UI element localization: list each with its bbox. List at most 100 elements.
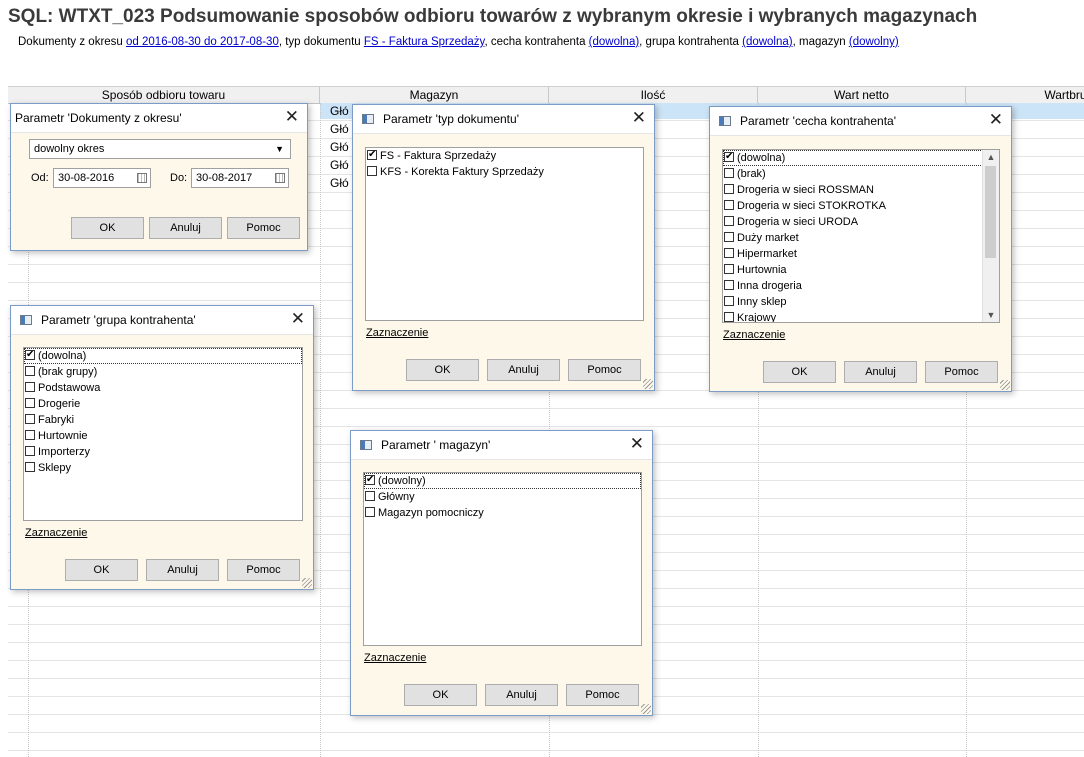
list-item[interactable]: Magazyn pomocniczy xyxy=(364,505,641,521)
checkbox[interactable] xyxy=(25,430,35,440)
checkbox[interactable] xyxy=(25,446,35,456)
list-item[interactable]: Importerzy xyxy=(24,444,302,460)
col-header-net-value[interactable]: Wart netto xyxy=(758,87,966,103)
cancel-button[interactable]: Anuluj xyxy=(485,684,558,706)
doc-type-list[interactable]: FS - Faktura Sprzedaży KFS - Korekta Fak… xyxy=(365,147,644,321)
list-item[interactable]: Sklepy xyxy=(24,460,302,476)
scroll-down-icon[interactable]: ▼ xyxy=(983,308,999,322)
calendar-icon[interactable] xyxy=(137,173,147,183)
help-button[interactable]: Pomoc xyxy=(227,559,300,581)
checkbox[interactable] xyxy=(365,507,375,517)
contractor-group-list[interactable]: (dowolna) (brak grupy) Podstawowa Droger… xyxy=(23,347,303,521)
checkbox[interactable] xyxy=(365,473,375,488)
col-header-quantity[interactable]: Ilość xyxy=(549,87,758,103)
ok-button[interactable]: OK xyxy=(65,559,138,581)
scroll-up-icon[interactable]: ▲ xyxy=(983,150,999,164)
checkbox[interactable] xyxy=(724,312,734,322)
checkbox[interactable] xyxy=(25,398,35,408)
checkbox[interactable] xyxy=(724,248,734,258)
ok-button[interactable]: OK xyxy=(71,217,144,239)
checkbox[interactable] xyxy=(25,414,35,424)
checkbox[interactable] xyxy=(724,168,734,178)
resize-grip[interactable] xyxy=(643,379,653,389)
list-scrollbar[interactable]: ▲ ▼ xyxy=(982,150,999,322)
contractor-feature-link[interactable]: (dowolna) xyxy=(589,36,640,48)
cancel-button[interactable]: Anuluj xyxy=(149,217,222,239)
help-button[interactable]: Pomoc xyxy=(566,684,639,706)
list-item[interactable]: Duży market xyxy=(723,230,999,246)
ok-button[interactable]: OK xyxy=(406,359,479,381)
list-item[interactable]: Inny sklep xyxy=(723,294,999,310)
grid-cell-warehouse[interactable]: Głó xyxy=(330,104,349,118)
close-icon[interactable]: ✕ xyxy=(632,108,646,128)
cancel-button[interactable]: Anuluj xyxy=(487,359,560,381)
cancel-button[interactable]: Anuluj xyxy=(844,361,917,383)
ok-button[interactable]: OK xyxy=(763,361,836,383)
list-item[interactable]: Główny xyxy=(364,489,641,505)
list-item[interactable]: Inna drogeria xyxy=(723,278,999,294)
resize-grip[interactable] xyxy=(641,704,651,714)
grid-cell-warehouse[interactable]: Głó xyxy=(330,122,349,136)
list-item[interactable]: Drogeria w sieci STOKROTKA xyxy=(723,198,999,214)
checkbox[interactable] xyxy=(25,462,35,472)
grid-cell-warehouse[interactable]: Głó xyxy=(330,176,349,190)
checkbox[interactable] xyxy=(25,348,35,363)
checkbox[interactable] xyxy=(724,200,734,210)
list-item[interactable]: Podstawowa xyxy=(24,380,302,396)
scroll-thumb[interactable] xyxy=(985,166,996,258)
to-date-field[interactable]: 30-08-2017 xyxy=(191,168,289,188)
period-mode-select[interactable]: dowolny okres ▼ xyxy=(29,139,291,159)
warehouse-link[interactable]: (dowolny) xyxy=(849,36,899,48)
list-item[interactable]: Hurtownia xyxy=(723,262,999,278)
list-item[interactable]: (brak grupy) xyxy=(24,364,302,380)
list-item[interactable]: Drogeria w sieci URODA xyxy=(723,214,999,230)
list-item[interactable]: Drogeria w sieci ROSSMAN xyxy=(723,182,999,198)
selection-link[interactable]: Zaznaczenie xyxy=(723,329,785,341)
selection-link[interactable]: Zaznaczenie xyxy=(25,527,87,539)
close-icon[interactable]: ✕ xyxy=(630,434,644,454)
list-item[interactable]: FS - Faktura Sprzedaży xyxy=(366,148,643,164)
checkbox[interactable] xyxy=(365,491,375,501)
col-header-gross-value[interactable]: Wartbru xyxy=(966,87,1084,103)
selection-link[interactable]: Zaznaczenie xyxy=(366,327,428,339)
list-item[interactable]: Fabryki xyxy=(24,412,302,428)
checkbox[interactable] xyxy=(367,166,377,176)
list-item[interactable]: Hurtownie xyxy=(24,428,302,444)
checkbox[interactable] xyxy=(724,216,734,226)
close-icon[interactable]: ✕ xyxy=(291,309,305,329)
checkbox[interactable] xyxy=(724,184,734,194)
help-button[interactable]: Pomoc xyxy=(227,217,300,239)
doc-type-link[interactable]: FS - Faktura Sprzedaży xyxy=(364,36,485,48)
list-item[interactable]: Drogerie xyxy=(24,396,302,412)
grid-cell-warehouse[interactable]: Głó xyxy=(330,158,349,172)
warehouse-list[interactable]: (dowolny) Główny Magazyn pomocniczy xyxy=(363,472,642,646)
checkbox[interactable] xyxy=(724,232,734,242)
list-item[interactable]: (dowolny) xyxy=(364,473,641,489)
checkbox[interactable] xyxy=(724,296,734,306)
checkbox[interactable] xyxy=(25,382,35,392)
close-icon[interactable]: ✕ xyxy=(285,107,299,127)
resize-grip[interactable] xyxy=(302,578,312,588)
list-item[interactable]: (dowolna) xyxy=(24,348,302,364)
list-item[interactable]: Hipermarket xyxy=(723,246,999,262)
cancel-button[interactable]: Anuluj xyxy=(146,559,219,581)
grid-cell-warehouse[interactable]: Głó xyxy=(330,140,349,154)
checkbox[interactable] xyxy=(367,148,377,163)
checkbox[interactable] xyxy=(724,264,734,274)
resize-grip[interactable] xyxy=(1000,380,1010,390)
col-header-method[interactable]: Sposób odbioru towaru xyxy=(8,87,320,103)
checkbox[interactable] xyxy=(724,280,734,290)
list-item[interactable]: Krajowy xyxy=(723,310,999,322)
ok-button[interactable]: OK xyxy=(404,684,477,706)
close-icon[interactable]: ✕ xyxy=(989,110,1003,130)
list-item[interactable]: KFS - Korekta Faktury Sprzedaży xyxy=(366,164,643,180)
list-item[interactable]: (dowolna) xyxy=(723,150,983,166)
checkbox[interactable] xyxy=(25,366,35,376)
col-header-warehouse[interactable]: Magazyn xyxy=(320,87,549,103)
contractor-feature-list[interactable]: (dowolna) (brak) Drogeria w sieci ROSSMA… xyxy=(722,149,1000,323)
selection-link[interactable]: Zaznaczenie xyxy=(364,652,426,664)
from-date-field[interactable]: 30-08-2016 xyxy=(53,168,151,188)
help-button[interactable]: Pomoc xyxy=(925,361,998,383)
contractor-group-link[interactable]: (dowolna) xyxy=(742,36,793,48)
help-button[interactable]: Pomoc xyxy=(568,359,641,381)
